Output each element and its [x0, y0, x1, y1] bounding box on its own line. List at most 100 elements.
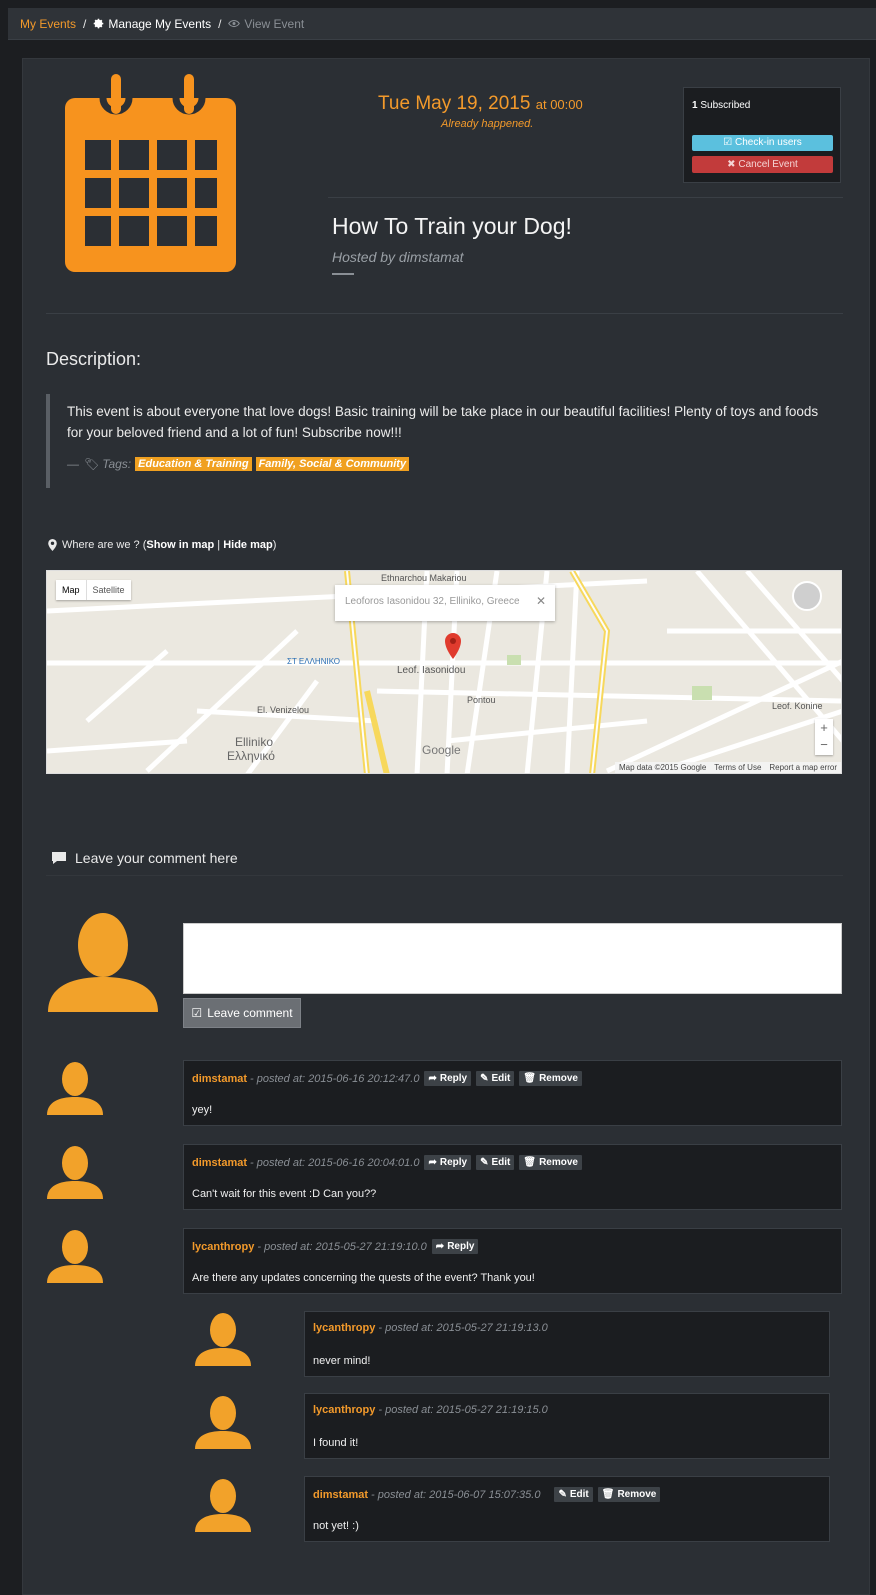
posted-at-label: - posted at: — [371, 1488, 427, 1501]
report-link[interactable]: Report a map error — [769, 763, 837, 772]
close-icon: ✖ — [727, 159, 736, 170]
avatar-icon — [47, 1146, 103, 1199]
description-quote: This event is about everyone that love d… — [46, 394, 843, 488]
remove-button[interactable]: 🗑 Remove — [519, 1071, 582, 1086]
comment-heading: Leave your comment here — [51, 850, 238, 866]
avatar-icon — [195, 1313, 251, 1366]
zoom-in-button[interactable]: + — [815, 719, 833, 736]
comment-time: 2015-05-27 21:19:15.0 — [436, 1404, 548, 1416]
eye-icon — [228, 19, 241, 28]
posted-at-label: - posted at: — [378, 1322, 434, 1334]
tag-education[interactable]: Education & Training — [135, 457, 252, 471]
comment-author[interactable]: dimstamat — [313, 1489, 368, 1501]
map-tab[interactable]: Map — [56, 580, 87, 600]
comment-author[interactable]: lycanthropy — [192, 1241, 254, 1253]
reply-item: lycanthropy - posted at: 2015-05-27 21:1… — [304, 1393, 830, 1459]
tags-dash: — — [67, 457, 79, 471]
cancel-label: Cancel Event — [738, 159, 798, 170]
breadcrumb-manage-events[interactable]: Manage My Events — [93, 17, 211, 31]
show-map-link[interactable]: Show in map — [146, 539, 214, 551]
comment-author[interactable]: dimstamat — [192, 1157, 247, 1169]
calendar-icon — [65, 74, 236, 272]
edit-button[interactable]: ✎ Edit — [476, 1071, 515, 1086]
comment-posted-at: - posted at: 2015-05-27 21:19:10.0 — [257, 1241, 426, 1253]
trash-icon: 🗑 — [601, 1489, 615, 1500]
comment-text: never mind! — [313, 1355, 371, 1367]
trash-icon: 🗑 — [523, 1073, 537, 1084]
avatar-icon — [195, 1396, 251, 1449]
satellite-tab[interactable]: Satellite — [87, 580, 131, 600]
comment-time: 2015-06-16 20:12:47.0 — [308, 1072, 420, 1085]
edit-square-icon: ☑ — [191, 1006, 203, 1020]
subscribed-count: 1 Subscribed — [692, 100, 750, 111]
map-label: ΣΤ ΕΛΛΗΝΙΚΟ — [287, 657, 341, 666]
reply-label: Reply — [439, 1073, 468, 1084]
comment-item: dimstamat - posted at: 2015-06-16 20:12:… — [183, 1060, 842, 1126]
remove-button[interactable]: 🗑 Remove — [597, 1487, 661, 1502]
reply-button[interactable]: ➦ Reply — [424, 1071, 472, 1086]
map-zoom-controls: + − — [815, 719, 833, 755]
comment-meta: dimstamat - posted at: 2015-06-16 20:12:… — [192, 1071, 582, 1086]
zoom-out-button[interactable]: − — [815, 736, 833, 753]
comment-time: 2015-05-27 21:19:13.0 — [436, 1322, 548, 1334]
remove-label: Remove — [539, 1073, 578, 1084]
posted-at-label: - posted at: — [250, 1156, 306, 1169]
trash-icon: 🗑 — [523, 1157, 537, 1168]
event-status: Already happened. — [441, 118, 534, 130]
avatar-icon — [195, 1479, 251, 1532]
comment-heading-text: Leave your comment here — [75, 850, 238, 866]
comment-input[interactable] — [183, 923, 842, 994]
reply-button[interactable]: ➦ Reply — [431, 1239, 479, 1254]
breadcrumb-separator: / — [83, 16, 87, 31]
comment-meta: lycanthropy - posted at: 2015-05-27 21:1… — [192, 1239, 479, 1254]
comment-posted-at: - posted at: 2015-06-07 15:07:35.0 — [371, 1489, 540, 1501]
map-label: Ethnarchou Makariou — [381, 573, 467, 583]
cancel-event-button[interactable]: ✖ Cancel Event — [692, 156, 833, 173]
comment-meta: dimstamat - posted at: 2015-06-16 20:04:… — [192, 1155, 582, 1170]
map-info-window: Leoforos Iasonidou 32, Elliniko, Greece … — [335, 585, 555, 621]
edit-label: Edit — [569, 1489, 589, 1500]
reply-button[interactable]: ➦ Reply — [424, 1155, 472, 1170]
reply-label: Reply — [447, 1241, 475, 1252]
map-label: Ελληνικό — [227, 749, 275, 763]
breadcrumb-my-events[interactable]: My Events — [20, 17, 76, 31]
comment-author[interactable]: lycanthropy — [313, 1322, 375, 1334]
edit-button[interactable]: ✎ Edit — [476, 1155, 515, 1170]
tags-label: Tags: — [102, 457, 132, 471]
breadcrumb-view-event: View Event — [228, 17, 304, 31]
event-panel: Tue May 19, 2015 at 00:00 Already happen… — [22, 58, 870, 1595]
hide-map-link[interactable]: Hide map — [223, 539, 273, 551]
map-label: Elliniko — [235, 735, 274, 749]
comment-author[interactable]: lycanthropy — [313, 1404, 375, 1416]
edit-button[interactable]: ✎ Edit — [554, 1487, 593, 1502]
remove-button[interactable]: 🗑 Remove — [519, 1155, 582, 1170]
section-divider — [46, 313, 843, 314]
leave-comment-button[interactable]: ☑ Leave comment — [183, 998, 301, 1028]
comment-meta: lycanthropy - posted at: 2015-05-27 21:1… — [313, 1322, 548, 1334]
host-underline — [332, 273, 354, 275]
reply-arrow-icon: ➦ — [435, 1241, 445, 1252]
event-title: How To Train your Dog! — [332, 213, 572, 239]
map-type-tabs: Map Satellite — [56, 580, 131, 600]
close-icon[interactable]: ✕ — [536, 594, 546, 608]
breadcrumb-manage-label: Manage My Events — [108, 16, 212, 31]
tags-row: — 🏷 Tags: Education & Training Family, S… — [67, 457, 843, 471]
subscribed-number: 1 — [692, 100, 698, 111]
pencil-icon: ✎ — [558, 1489, 567, 1500]
comment-author[interactable]: dimstamat — [192, 1073, 247, 1085]
user-avatar-icon — [48, 913, 158, 1012]
map[interactable]: Map Satellite Leoforos Iasonidou 32, Ell… — [46, 570, 842, 774]
tag-family[interactable]: Family, Social & Community — [255, 457, 410, 471]
comment-text: Are there any updates concerning the que… — [192, 1272, 535, 1284]
reply-item: dimstamat - posted at: 2015-06-07 15:07:… — [304, 1476, 830, 1542]
map-label: Leof. Konine — [772, 701, 823, 711]
comment-time: 2015-06-16 20:04:01.0 — [308, 1156, 420, 1169]
subscribed-label: Subscribed — [700, 100, 751, 111]
edit-label: Edit — [491, 1157, 511, 1168]
check-in-users-button[interactable]: ☑ Check-in users — [692, 135, 833, 151]
comment-text: not yet! :) — [313, 1520, 359, 1532]
comment-posted-at: - posted at: 2015-06-16 20:12:47.0 — [250, 1073, 419, 1085]
location-line: Where are we ? ( Show in map | Hide map … — [48, 539, 276, 551]
terms-link[interactable]: Terms of Use — [714, 763, 761, 772]
location-prefix: Where are we ? ( — [62, 539, 147, 551]
